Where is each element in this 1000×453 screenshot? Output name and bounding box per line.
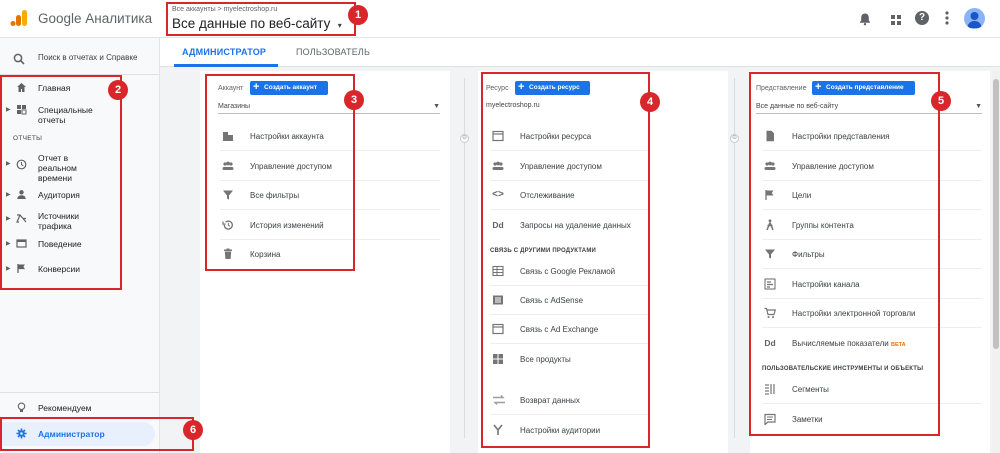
scrollbar[interactable]: [992, 71, 1000, 453]
annotation-badge-6: 6: [183, 420, 203, 440]
annotation-badge-1: 1: [348, 5, 368, 25]
app-title: Google Аналитика: [38, 11, 153, 26]
help-icon[interactable]: ?: [915, 11, 929, 25]
bell-icon[interactable]: [858, 12, 872, 26]
scrollbar-thumb[interactable]: [993, 79, 999, 349]
column-connector: [734, 78, 735, 438]
analytics-logo-icon[interactable]: [10, 9, 28, 27]
annotation-box-2: [0, 75, 122, 290]
annotation-badge-4: 4: [640, 92, 660, 112]
column-connector-dot: ⊖: [460, 134, 469, 143]
lightbulb-icon: [16, 402, 27, 413]
sidebar-item-recommended[interactable]: Рекомендуем: [0, 398, 158, 418]
annotation-badge-5: 5: [931, 91, 951, 111]
top-bar: Google Аналитика Все аккаунты > myelectr…: [0, 0, 1000, 38]
tab-bar: АДМИНИСТРАТОР ПОЛЬЗОВАТЕЛЬ: [160, 38, 1000, 67]
search-icon[interactable]: [13, 52, 25, 65]
tab-user[interactable]: ПОЛЬЗОВАТЕЛЬ: [296, 47, 370, 57]
tab-admin[interactable]: АДМИНИСТРАТОР: [182, 47, 266, 57]
annotation-box-4: [481, 72, 650, 448]
column-connector-dot: ⊖: [730, 134, 739, 143]
search-input[interactable]: Поиск в отчетах и Справке: [38, 53, 137, 62]
tab-admin-underline: [174, 64, 278, 67]
annotation-box-3: [205, 74, 355, 271]
apps-grid-icon[interactable]: [890, 13, 902, 25]
annotation-box-5: [749, 72, 940, 436]
column-connector: [464, 78, 465, 438]
chevron-down-icon: ▼: [975, 103, 982, 110]
chevron-down-icon: ▼: [433, 103, 440, 110]
divider: [0, 392, 160, 393]
annotation-badge-2: 2: [108, 80, 128, 100]
annotation-box-6: [0, 417, 194, 451]
annotation-box-1: [166, 2, 356, 36]
sidebar-item-label: Рекомендуем: [38, 403, 92, 413]
more-vert-icon[interactable]: [944, 10, 950, 26]
avatar[interactable]: [964, 8, 985, 29]
annotation-badge-3: 3: [344, 90, 364, 110]
